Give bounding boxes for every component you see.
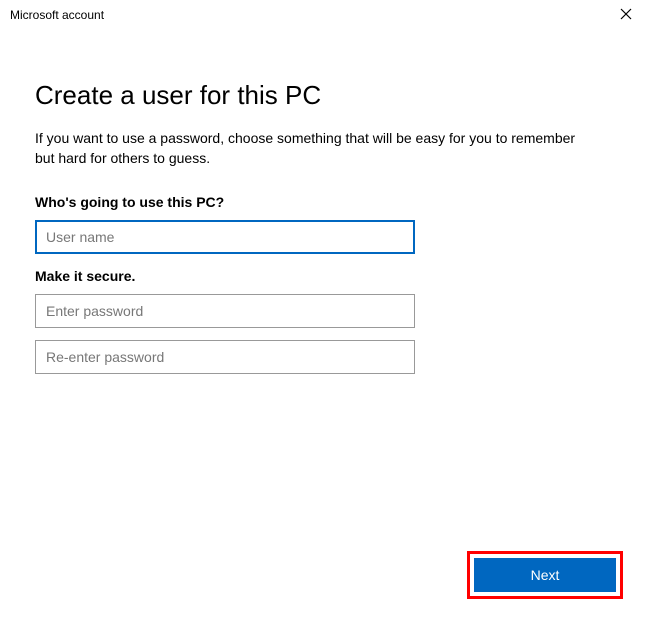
username-label: Who's going to use this PC?	[35, 194, 618, 210]
footer: Next	[467, 551, 623, 599]
username-input[interactable]	[35, 220, 415, 254]
titlebar: Microsoft account	[0, 0, 653, 30]
next-button[interactable]: Next	[474, 558, 616, 592]
password-section-label: Make it secure.	[35, 268, 618, 284]
close-icon	[620, 7, 632, 23]
page-title: Create a user for this PC	[35, 80, 618, 111]
reenter-password-input[interactable]	[35, 340, 415, 374]
password-group: Make it secure.	[35, 268, 618, 374]
window-title: Microsoft account	[10, 8, 104, 22]
close-button[interactable]	[611, 0, 641, 30]
username-group: Who's going to use this PC?	[35, 194, 618, 254]
page-subtext: If you want to use a password, choose so…	[35, 129, 595, 168]
next-highlight-box: Next	[467, 551, 623, 599]
content-area: Create a user for this PC If you want to…	[0, 30, 653, 374]
password-input[interactable]	[35, 294, 415, 328]
